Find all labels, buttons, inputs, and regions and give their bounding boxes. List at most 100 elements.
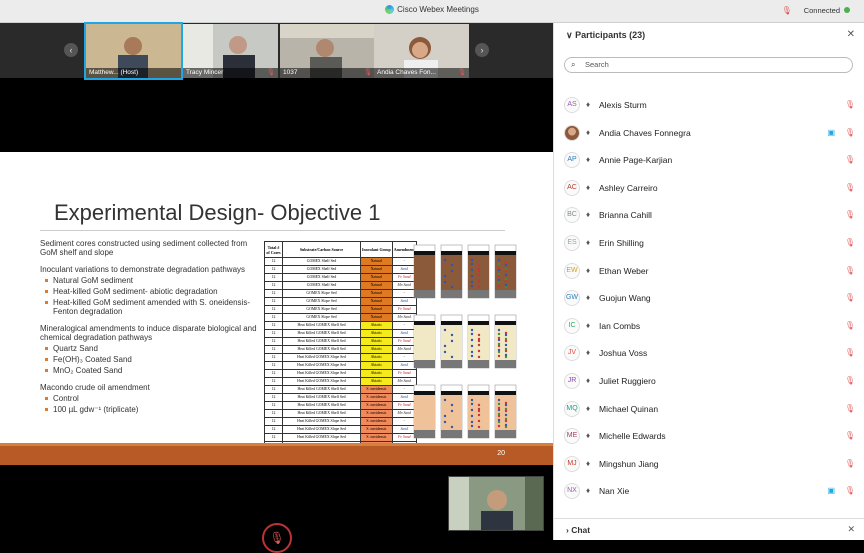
table-cell: Natural bbox=[360, 297, 393, 306]
video-strip: ‹ Matthew... (Host) Tracy Mincer 🎙︎ 1037 🎙… bbox=[0, 22, 553, 80]
microphone-muted-icon: 🎙︎ bbox=[844, 265, 855, 275]
participant-row[interactable]: MQ ♦ Michael Quinan 🎙︎ bbox=[554, 399, 864, 419]
participant-row[interactable]: BC ♦ Brianna Cahill 🎙︎ bbox=[554, 205, 864, 225]
participant-row[interactable]: AS ♦ Alexis Sturm 🎙︎ bbox=[554, 95, 864, 115]
participant-row[interactable]: ♦ Andia Chaves Fonnegra ▣ 🎙︎ bbox=[554, 123, 864, 143]
avatar: AC bbox=[564, 179, 580, 196]
slide-sub-bullet: Natural GoM sediment bbox=[40, 276, 265, 285]
headset-icon: ♦ bbox=[586, 155, 591, 165]
table-cell: 12 bbox=[264, 273, 283, 282]
headset-icon: ♦ bbox=[586, 348, 591, 358]
table-cell: Heat Killed GOMEX Shelf Sed bbox=[282, 329, 361, 338]
table-row: 12 Heat Killed GOMEX Slope Sed Abiotic Mn S… bbox=[264, 377, 417, 386]
slide-sub-bullet: Heat-killed GoM sediment amended with S.… bbox=[40, 298, 265, 316]
participant-row[interactable]: NX ♦ Nan Xie ▣ 🎙︎ bbox=[554, 481, 864, 501]
sediment-core bbox=[413, 314, 436, 369]
table-cell: S. oneidensis bbox=[360, 393, 393, 402]
participant-row[interactable]: IC ♦ Ian Combs 🎙︎ bbox=[554, 316, 864, 336]
avatar: NX bbox=[564, 483, 580, 500]
participant-row[interactable]: AC ♦ Ashley Carreiro 🎙︎ bbox=[554, 178, 864, 198]
slide-sub-bullet: Fe(OH)₃ Coated Sand bbox=[40, 355, 265, 364]
table-cell: Heat Killed GOMEX Shelf Sed bbox=[282, 401, 361, 410]
participant-row[interactable]: JR ♦ Juliet Ruggiero 🎙︎ bbox=[554, 371, 864, 391]
table-cell: 12 bbox=[264, 297, 283, 306]
participant-row[interactable]: JV ♦ Joshua Voss 🎙︎ bbox=[554, 343, 864, 363]
table-cell: 12 bbox=[264, 281, 283, 290]
headset-icon: ♦ bbox=[586, 127, 591, 137]
avatar: AP bbox=[564, 152, 580, 169]
slide-bullet: Macondo crude oil amendment bbox=[40, 383, 150, 392]
table-cell: GOMEX Slope Sed bbox=[282, 297, 361, 306]
sediment-cores-diagram bbox=[413, 244, 517, 439]
participant-row[interactable]: MJ ♦ Mingshun Jiang 🎙︎ bbox=[554, 454, 864, 474]
participant-search-input[interactable]: ⌕ Search bbox=[564, 57, 853, 73]
strip-prev-arrow-icon[interactable]: ‹ bbox=[64, 43, 78, 57]
video-tile-name: 1037 bbox=[283, 69, 298, 76]
table-cell: Abiotic bbox=[360, 337, 393, 346]
table-cell: Heat Killed GOMEX Slope Sed bbox=[282, 369, 361, 378]
strip-next-arrow-icon[interactable]: › bbox=[475, 43, 489, 57]
microphone-muted-icon: 🎙︎ bbox=[844, 155, 855, 165]
table-row: 12 GOMEX Slope Sed Natural Mn Sand bbox=[264, 313, 417, 322]
table-cell: Heat Killed GOMEX Slope Sed bbox=[282, 425, 361, 434]
headset-icon: ♦ bbox=[586, 210, 591, 220]
close-icon[interactable]: ✕ bbox=[847, 524, 855, 535]
table-cell: Natural bbox=[360, 289, 393, 298]
table-cell: S. oneidensis bbox=[360, 433, 393, 442]
self-view-video[interactable] bbox=[448, 476, 544, 531]
video-tile-andia[interactable]: Andia Chaves Fon... 🎙︎ bbox=[374, 24, 469, 78]
headset-icon: ♦ bbox=[586, 265, 591, 275]
sediment-core bbox=[494, 314, 517, 369]
participant-name: Alexis Sturm bbox=[599, 100, 647, 110]
table-cell: S. oneidensis bbox=[360, 401, 393, 410]
participant-name: Guojun Wang bbox=[599, 293, 651, 304]
table-cell: 12 bbox=[264, 433, 283, 442]
table-row: 12 GOMEX Shelf Sed Natural Mn Sand bbox=[264, 281, 417, 290]
headset-icon: ♦ bbox=[586, 100, 591, 109]
microphone-muted-icon: 🎙︎ bbox=[844, 238, 855, 247]
microphone-muted-icon: 🎙︎ bbox=[269, 531, 285, 545]
table-cell: GOMEX Slope Sed bbox=[282, 289, 361, 298]
participant-row[interactable]: GW ♦ Guojun Wang 🎙︎ bbox=[554, 288, 864, 308]
participant-row[interactable]: ES ♦ Erin Shilling 🎙︎ bbox=[554, 233, 864, 253]
video-tile-tracy[interactable]: Tracy Mincer 🎙︎ bbox=[183, 24, 278, 78]
chat-header[interactable]: › Chat ✕ bbox=[554, 518, 864, 540]
avatar: JV bbox=[564, 345, 580, 362]
video-tile-1037[interactable]: 1037 🎙︎ bbox=[280, 24, 375, 78]
microphone-muted-icon: 🎙︎ bbox=[844, 320, 855, 330]
participant-row[interactable]: ME ♦ Michelle Edwards 🎙︎ bbox=[554, 426, 864, 446]
table-cell: GOMEX Shelf Sed bbox=[282, 257, 361, 266]
table-row: 12 GOMEX Shelf Sed Natural Sand bbox=[264, 265, 417, 274]
unmute-button[interactable]: 🎙︎ bbox=[262, 523, 292, 553]
table-cell: S. oneidensis bbox=[360, 409, 393, 418]
slide-bullet: Sediment cores constructed using sedimen… bbox=[40, 239, 248, 257]
table-row: 12 Heat Killed GOMEX Shelf Sed Abiotic Mn S… bbox=[264, 345, 417, 354]
microphone-muted-icon: 🎙︎ bbox=[363, 69, 372, 76]
table-cell: GOMEX Shelf Sed bbox=[282, 281, 361, 290]
microphone-muted-icon: 🎙︎ bbox=[844, 431, 855, 441]
table-cell: Heat Killed GOMEX Shelf Sed bbox=[282, 409, 361, 418]
table-cell: 12 bbox=[264, 369, 283, 378]
participant-row[interactable]: EW ♦ Ethan Weber 🎙︎ bbox=[554, 261, 864, 281]
table-cell: Heat Killed GOMEX Slope Sed bbox=[282, 353, 361, 362]
participants-header[interactable]: ∨ Participants (23) ✕ bbox=[554, 23, 864, 47]
participant-name: Ethan Weber bbox=[599, 265, 649, 276]
avatar: ES bbox=[564, 235, 580, 251]
table-row: 12 Heat Killed GOMEX Shelf Sed S. oneidens… bbox=[264, 385, 417, 394]
table-row: 12 Heat Killed GOMEX Shelf Sed Abiotic Sand bbox=[264, 329, 417, 338]
participant-name: Ian Combs bbox=[599, 320, 641, 331]
headset-icon: ♦ bbox=[586, 293, 591, 303]
headset-icon: ♦ bbox=[586, 486, 591, 496]
sediment-core bbox=[413, 244, 436, 299]
participant-row[interactable]: AP ♦ Annie Page-Karjian 🎙︎ bbox=[554, 150, 864, 170]
participant-name: Joshua Voss bbox=[599, 348, 648, 359]
title-bar: Cisco Webex Meetings 🎙︎ Connected bbox=[0, 0, 864, 23]
table-cell: 12 bbox=[264, 361, 283, 370]
microphone-muted-icon[interactable]: 🎙︎ bbox=[782, 6, 792, 15]
close-icon[interactable]: ✕ bbox=[847, 29, 855, 40]
slide-sub-bullet: Quartz Sand bbox=[40, 344, 265, 353]
headset-icon: ♦ bbox=[586, 403, 591, 413]
webex-logo-icon bbox=[385, 5, 395, 14]
participant-name: Michael Quinan bbox=[599, 403, 659, 414]
video-tile-host[interactable]: Matthew... (Host) bbox=[84, 22, 183, 80]
